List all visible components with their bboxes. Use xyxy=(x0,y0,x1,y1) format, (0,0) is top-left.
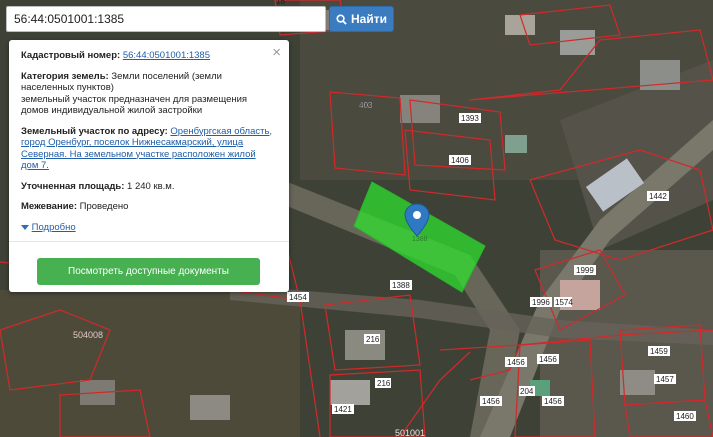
category-label: Категория земель: xyxy=(21,70,109,82)
cadastral-number-link[interactable]: 56:44:0501001:1385 xyxy=(123,50,210,61)
search-icon xyxy=(336,13,347,25)
area-row: Уточненная площадь: 1 240 кв.м. xyxy=(21,181,277,193)
parcel-label: 1388 xyxy=(392,281,410,290)
address-link-3[interactable]: Северная. На земельном участке расположе… xyxy=(21,149,256,160)
close-icon[interactable]: × xyxy=(272,45,281,60)
category-row: Категория земель: Земли поселений (земли… xyxy=(21,71,277,117)
parcel-label: 1456 xyxy=(507,358,525,367)
search-input[interactable]: 56:44:0501001:1385 xyxy=(6,6,326,32)
parcel-label: 1996 xyxy=(532,298,550,307)
address-link[interactable]: Оренбургская область, xyxy=(170,126,272,137)
parcel-label: 1406 xyxy=(451,156,469,165)
block-label: 504008 xyxy=(73,330,103,340)
divider xyxy=(9,241,289,242)
parcel-label: 1388 xyxy=(412,236,428,243)
parcel-label: 1999 xyxy=(576,266,594,275)
address-row: Земельный участок по адресу: Оренбургска… xyxy=(21,126,277,172)
parcel-label: 1442 xyxy=(649,192,667,201)
chevron-down-icon xyxy=(21,224,29,230)
block-label: 501001 xyxy=(395,428,425,437)
survey-row: Межевание: Проведено xyxy=(21,201,277,213)
details-toggle[interactable]: Подробно xyxy=(21,222,277,234)
parcel-info-panel: × Кадастровый номер: 56:44:0501001:1385 … xyxy=(9,40,289,292)
parcel-label: 1456 xyxy=(482,397,500,406)
details-link[interactable]: Подробно xyxy=(32,222,76,234)
parcel-label: 1456 xyxy=(544,397,562,406)
parcel-label: 1574 xyxy=(555,298,573,307)
view-documents-button[interactable]: Посмотреть доступные документы xyxy=(37,258,260,285)
address-link-4[interactable]: дом 7. xyxy=(21,160,49,171)
parcel-label: 216 xyxy=(377,379,391,388)
search-button[interactable]: Найти xyxy=(329,6,394,32)
cadastral-row: Кадастровый номер: 56:44:0501001:1385 xyxy=(21,50,277,62)
parcel-label: 1459 xyxy=(650,347,668,356)
survey-value: Проведено xyxy=(79,201,129,212)
purpose-text: земельный участок предназначен для разме… xyxy=(21,93,248,105)
parcel-label: 1421 xyxy=(334,405,352,414)
search-button-label: Найти xyxy=(351,12,387,26)
parcel-label: 1454 xyxy=(289,293,307,302)
parcel-label: 216 xyxy=(366,335,380,344)
parcel-label: 1393 xyxy=(461,114,479,123)
cadastral-label: Кадастровый номер: xyxy=(21,50,121,61)
category-value: Земли поселений (земли xyxy=(111,70,222,82)
area-value: 1 240 кв.м. xyxy=(127,180,175,192)
purpose-text-cont: домов индивидуальной жилой застройки xyxy=(21,105,203,116)
parcel-label: 1456 xyxy=(539,355,557,364)
parcel-label: 204 xyxy=(520,387,534,396)
area-label: Уточненная площадь: xyxy=(21,180,125,192)
address-label: Земельный участок по адресу: xyxy=(21,125,168,137)
parcel-label: 1457 xyxy=(656,375,674,384)
survey-label: Межевание: xyxy=(21,201,77,212)
parcel-label: 1460 xyxy=(676,412,694,421)
address-link-2[interactable]: город Оренбург, поселок Нижнесакмарский,… xyxy=(21,137,243,148)
category-value-cont: населенных пунктов) xyxy=(21,82,114,93)
parcel-label: 403 xyxy=(359,101,373,110)
